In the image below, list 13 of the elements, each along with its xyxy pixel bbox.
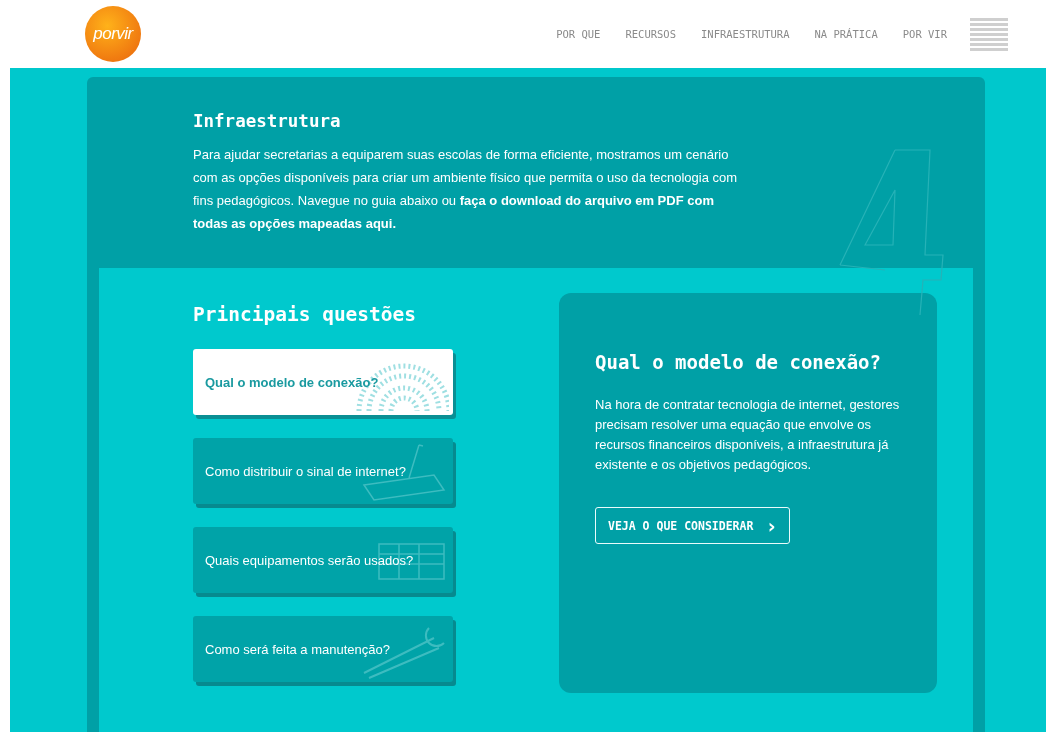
nav-link[interactable]: RECURSOS xyxy=(625,28,676,40)
detail-paragraph: Na hora de contratar tecnologia de internet, gestores precisam resolver uma equação que envolve os recursos financeiros disponíveis, a infraestrutura já existente e os objetivos pedagógicos. xyxy=(595,396,901,474)
section-title: Infraestrutura xyxy=(193,111,342,131)
intro-paragraph: Para ajudar secretarias a equiparem suas escolas de forma eficiente, mostramos um cenário com as opções disponíveis para criar um ambiente físico que permita o uso da tecnologia com fins pedagógicos. Navegue no guia abaixo ou faça o download do arquivo em PDF com todas as opções mapeadas aqui. xyxy=(193,146,738,233)
nav-link[interactable]: INFRAESTRUTURA xyxy=(701,28,790,40)
nav-link[interactable]: NA PRÁTICA xyxy=(814,28,878,40)
menu-icon[interactable] xyxy=(970,17,1008,51)
detail-title: Qual o modelo de conexão? xyxy=(595,351,882,373)
consider-button[interactable]: VEJA O QUE CONSIDERAR › xyxy=(595,507,791,544)
logo[interactable]: porvir xyxy=(85,6,141,62)
nav-link[interactable]: POR QUE xyxy=(556,28,601,40)
list-heading: Principais questões xyxy=(193,303,418,326)
nav-link[interactable]: POR VIR xyxy=(902,28,947,40)
